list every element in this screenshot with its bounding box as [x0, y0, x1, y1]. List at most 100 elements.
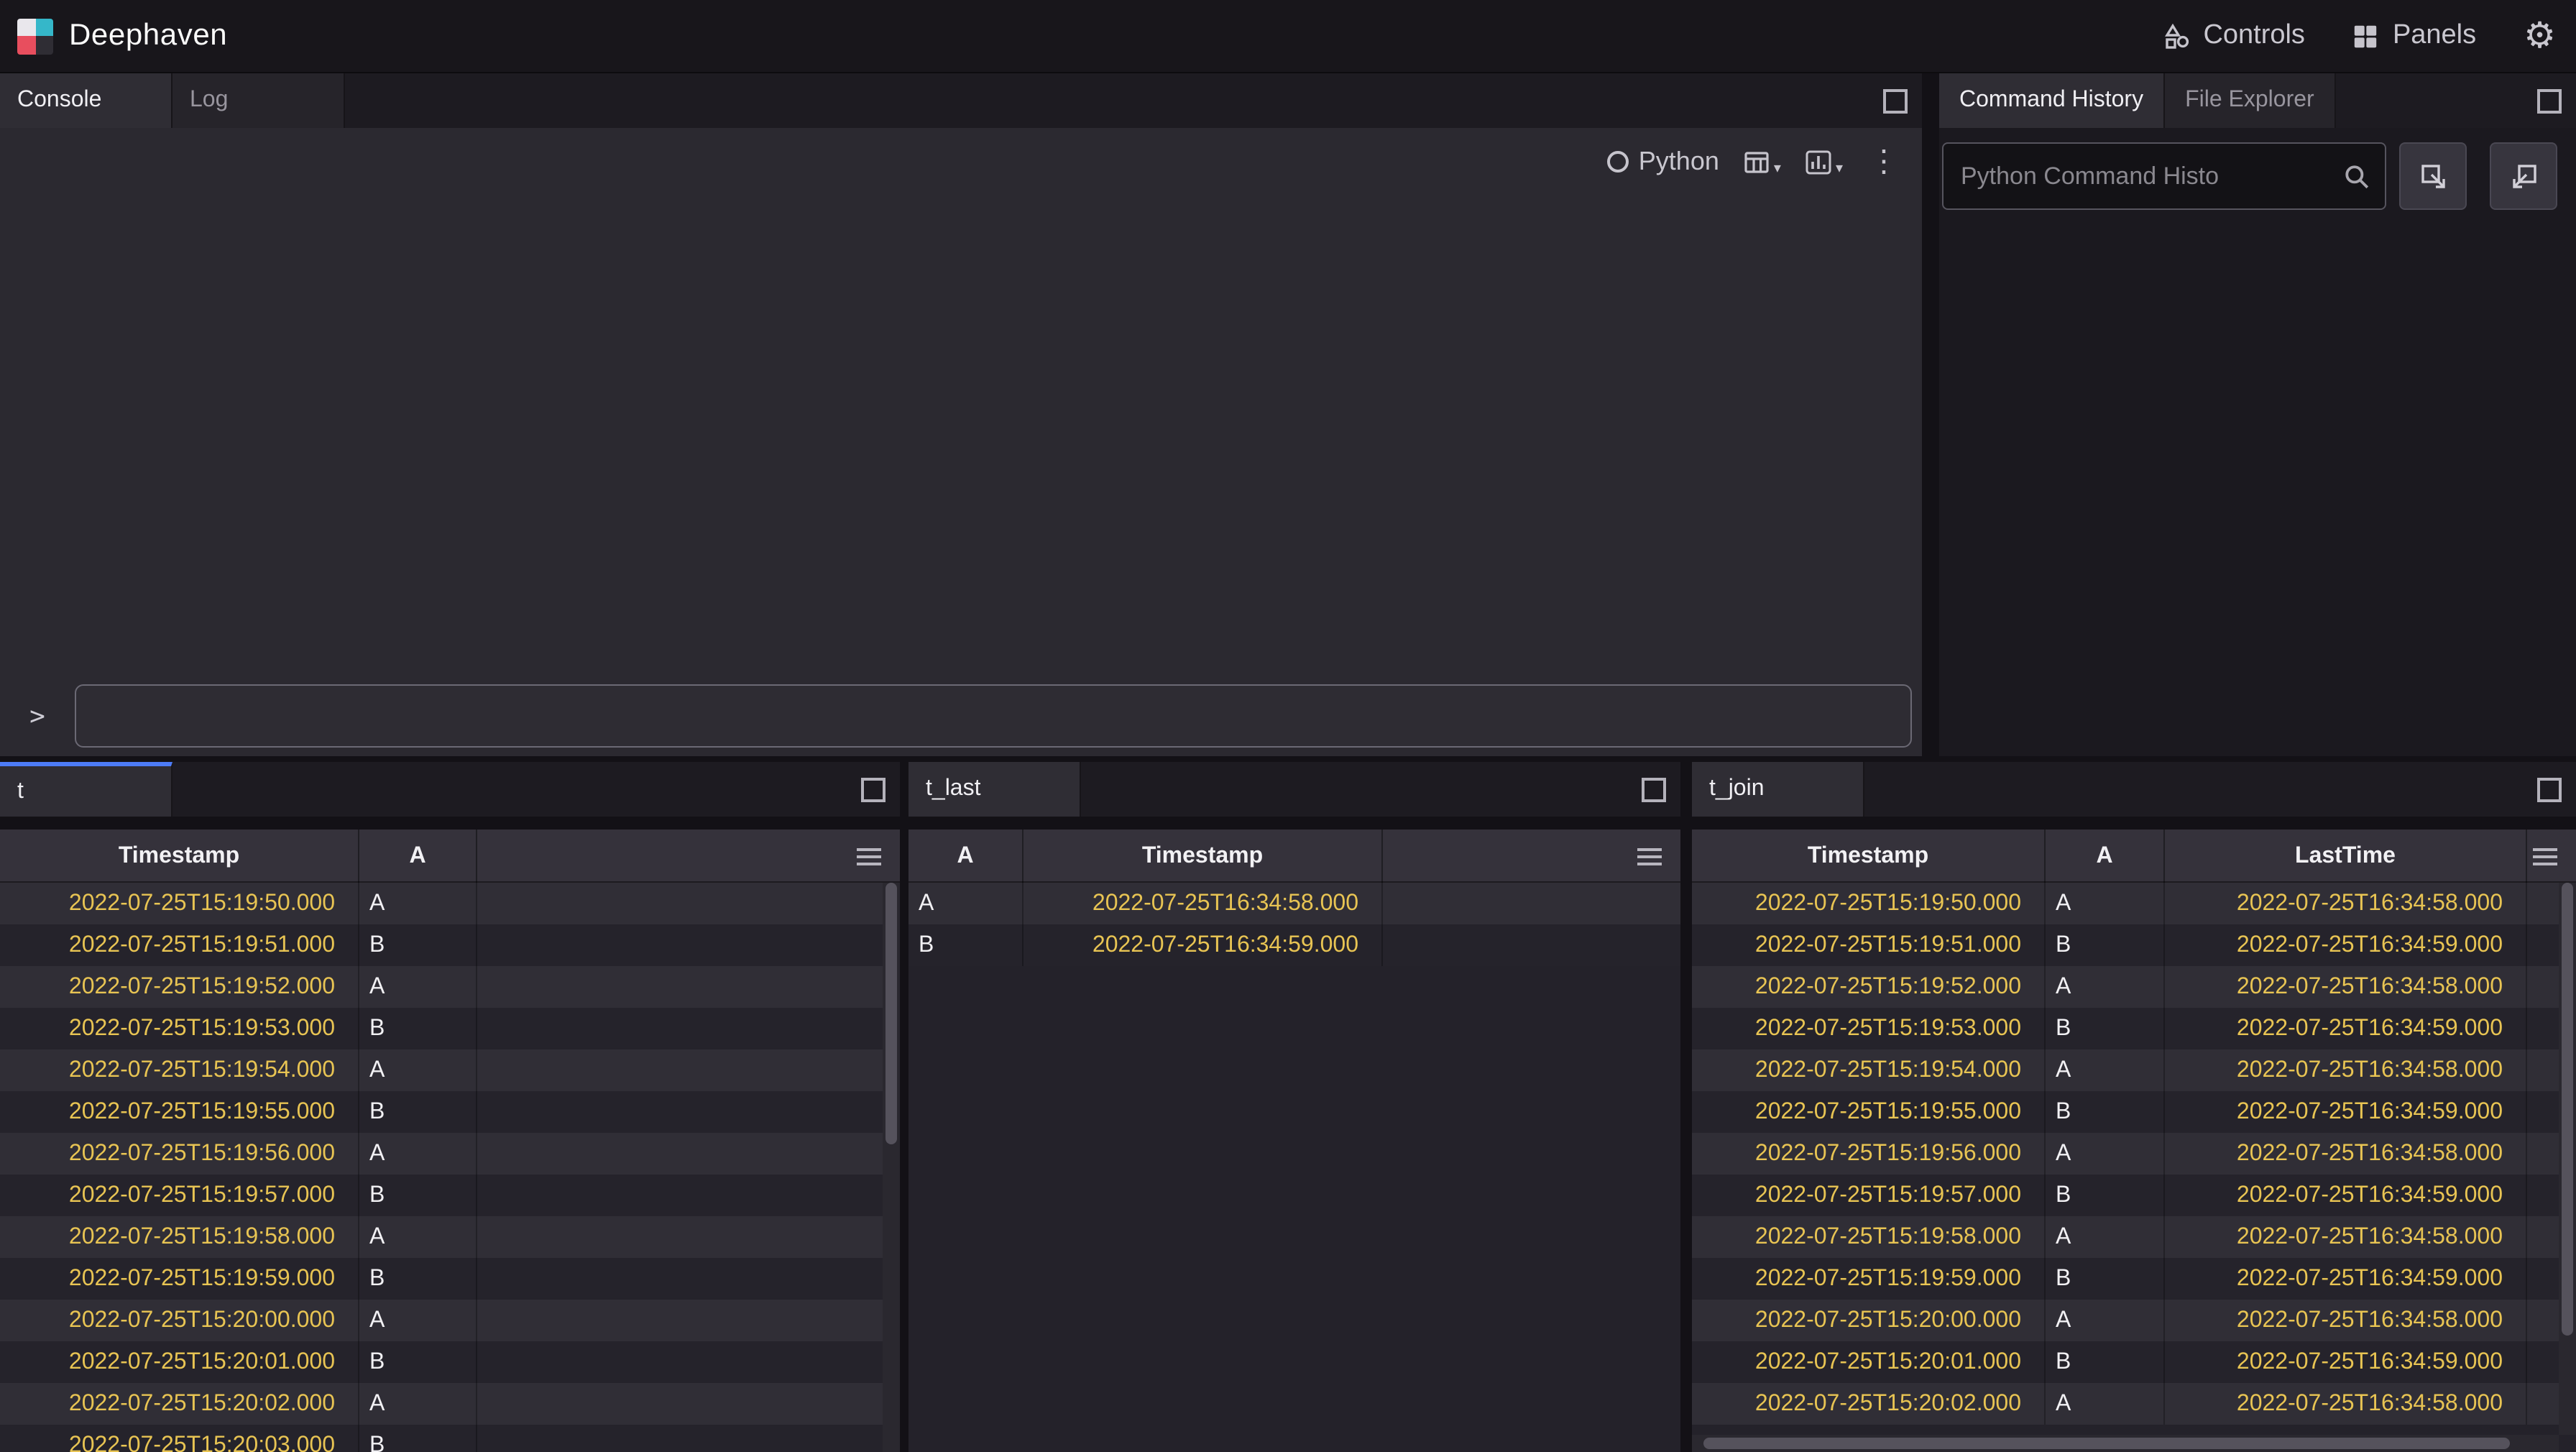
row-filler: [477, 966, 883, 1008]
tab-t-join[interactable]: t_join: [1692, 762, 1864, 817]
table-row[interactable]: 2022-07-25T15:19:55.000B2022-07-25T16:34…: [1692, 1091, 2559, 1133]
command-history-list[interactable]: [1939, 229, 2576, 756]
table-row[interactable]: A2022-07-25T16:34:58.000: [908, 883, 1680, 924]
panel-tabstrip: t_join: [1692, 762, 2576, 817]
table-row[interactable]: 2022-07-25T15:20:03.000B: [0, 1425, 883, 1452]
row-filler: [477, 1133, 883, 1175]
tab-t-last[interactable]: t_last: [908, 762, 1081, 817]
table-cell: 2022-07-25T15:20:03.000: [0, 1425, 359, 1452]
table-row[interactable]: 2022-07-25T15:19:55.000B: [0, 1091, 883, 1133]
column-header-a[interactable]: A: [908, 830, 1024, 883]
table-cell: B: [359, 1425, 477, 1452]
table-cell: 2022-07-25T16:34:59.000: [1024, 924, 1383, 966]
tab-console[interactable]: Console: [0, 73, 172, 128]
table-row[interactable]: 2022-07-25T15:20:02.000A: [0, 1383, 883, 1425]
console-output-area[interactable]: Python ▾: [0, 128, 1922, 756]
table-cell: 2022-07-25T15:20:01.000: [1692, 1341, 2046, 1383]
history-search-input[interactable]: [1942, 142, 2386, 210]
column-header-a[interactable]: A: [359, 830, 477, 883]
table-cell: 2022-07-25T16:34:58.000: [2165, 1133, 2527, 1175]
column-header-a[interactable]: A: [2046, 830, 2165, 883]
table-row[interactable]: 2022-07-25T15:20:01.000B: [0, 1341, 883, 1383]
table-cell: 2022-07-25T15:19:58.000: [0, 1216, 359, 1258]
controls-shapes-icon: [2161, 22, 2190, 50]
vertical-scrollbar[interactable]: [2559, 883, 2576, 1435]
maximize-panel-icon[interactable]: [1642, 777, 1666, 801]
horizontal-scrollbar[interactable]: [1692, 1435, 2559, 1452]
table-menu-icon[interactable]: [1636, 846, 1663, 866]
table-row[interactable]: 2022-07-25T15:19:58.000A2022-07-25T16:34…: [1692, 1216, 2559, 1258]
table-icon: [1742, 147, 1771, 176]
table-row[interactable]: 2022-07-25T15:19:51.000B2022-07-25T16:34…: [1692, 924, 2559, 966]
chevron-down-icon: ▾: [1774, 162, 1781, 176]
horizontal-scrollbar-thumb[interactable]: [1703, 1438, 2510, 1449]
panels-menu-button[interactable]: Panels: [2352, 20, 2476, 52]
table-row[interactable]: 2022-07-25T15:19:56.000A: [0, 1133, 883, 1175]
language-selector[interactable]: Python: [1607, 147, 1719, 177]
tab-log[interactable]: Log: [172, 73, 345, 128]
table-cell: A: [2046, 1049, 2165, 1091]
table-menu-icon[interactable]: [855, 846, 883, 866]
column-header-timestamp[interactable]: Timestamp: [0, 830, 359, 883]
table-cell: 2022-07-25T16:34:58.000: [2165, 883, 2527, 924]
maximize-panel-icon[interactable]: [1883, 88, 1908, 113]
table-row[interactable]: 2022-07-25T15:20:00.000A2022-07-25T16:34…: [1692, 1300, 2559, 1341]
table-row[interactable]: 2022-07-25T15:19:57.000B: [0, 1175, 883, 1216]
table-cell: B: [359, 1341, 477, 1383]
table-row[interactable]: 2022-07-25T15:19:54.000A2022-07-25T16:34…: [1692, 1049, 2559, 1091]
table-row[interactable]: 2022-07-25T15:20:02.000A2022-07-25T16:34…: [1692, 1383, 2559, 1425]
history-search-row: [1942, 142, 2557, 210]
row-filler: [2527, 1258, 2559, 1300]
table-row[interactable]: 2022-07-25T15:20:00.000A: [0, 1300, 883, 1341]
table-row[interactable]: 2022-07-25T15:19:54.000A: [0, 1049, 883, 1091]
column-header-lasttime[interactable]: LastTime: [2165, 830, 2527, 883]
tab-label: File Explorer: [2185, 88, 2314, 114]
table-cell: 2022-07-25T15:19:53.000: [0, 1008, 359, 1049]
grid-body[interactable]: 2022-07-25T15:19:50.000A2022-07-25T16:34…: [1692, 883, 2559, 1435]
send-to-console-button[interactable]: [2399, 142, 2467, 210]
send-to-notebook-button[interactable]: [2490, 142, 2557, 210]
vertical-scrollbar[interactable]: [883, 883, 900, 1452]
tab-command-history[interactable]: Command History: [1939, 73, 2165, 128]
table-menu-icon[interactable]: [2531, 846, 2559, 866]
table-row[interactable]: 2022-07-25T15:19:50.000A2022-07-25T16:34…: [1692, 883, 2559, 924]
settings-gear-icon[interactable]: ⚙: [2524, 18, 2556, 54]
table-panel-t: t Timestamp A 2022-07-25T15:19:50.000A20…: [0, 762, 900, 1452]
table-row[interactable]: 2022-07-25T15:19:53.000B2022-07-25T16:34…: [1692, 1008, 2559, 1049]
table-row[interactable]: 2022-07-25T15:19:51.000B: [0, 924, 883, 966]
vertical-scrollbar-thumb[interactable]: [886, 883, 897, 1144]
column-header-timestamp[interactable]: Timestamp: [1024, 830, 1383, 883]
table-row[interactable]: B2022-07-25T16:34:59.000: [908, 924, 1680, 966]
table-cell: A: [908, 883, 1024, 924]
table-row[interactable]: 2022-07-25T15:19:57.000B2022-07-25T16:34…: [1692, 1175, 2559, 1216]
table-row[interactable]: 2022-07-25T15:19:50.000A: [0, 883, 883, 924]
panels-grid-icon: [2352, 22, 2380, 50]
history-body: [1939, 128, 2576, 756]
table-row[interactable]: 2022-07-25T15:19:59.000B: [0, 1258, 883, 1300]
table-row[interactable]: 2022-07-25T15:19:52.000A2022-07-25T16:34…: [1692, 966, 2559, 1008]
maximize-panel-icon[interactable]: [2537, 88, 2562, 113]
table-row[interactable]: 2022-07-25T15:20:01.000B2022-07-25T16:34…: [1692, 1341, 2559, 1383]
table-row[interactable]: 2022-07-25T15:19:58.000A: [0, 1216, 883, 1258]
table-row[interactable]: 2022-07-25T15:19:59.000B2022-07-25T16:34…: [1692, 1258, 2559, 1300]
vertical-scrollbar-thumb[interactable]: [2562, 883, 2573, 1336]
tab-file-explorer[interactable]: File Explorer: [2165, 73, 2336, 128]
table-row[interactable]: 2022-07-25T15:19:52.000A: [0, 966, 883, 1008]
row-filler: [477, 1175, 883, 1216]
column-header-timestamp[interactable]: Timestamp: [1692, 830, 2046, 883]
table-row[interactable]: 2022-07-25T15:19:53.000B: [0, 1008, 883, 1049]
maximize-panel-icon[interactable]: [2537, 777, 2562, 801]
row-filler: [477, 1383, 883, 1425]
console-overflow-menu-icon[interactable]: ⋮: [1866, 147, 1902, 177]
open-table-dropdown-button[interactable]: ▾: [1742, 147, 1781, 176]
open-chart-dropdown-button[interactable]: ▾: [1804, 147, 1843, 176]
grid-body[interactable]: 2022-07-25T15:19:50.000A2022-07-25T15:19…: [0, 883, 883, 1452]
maximize-panel-icon[interactable]: [861, 777, 886, 801]
console-input[interactable]: [75, 684, 1912, 748]
controls-menu-button[interactable]: Controls: [2161, 20, 2305, 52]
tab-t[interactable]: t: [0, 762, 172, 817]
chart-icon: [1804, 147, 1833, 176]
table-row[interactable]: 2022-07-25T15:19:56.000A2022-07-25T16:34…: [1692, 1133, 2559, 1175]
header-filler: [477, 830, 900, 883]
grid-body[interactable]: A2022-07-25T16:34:58.000B2022-07-25T16:3…: [908, 883, 1680, 1452]
